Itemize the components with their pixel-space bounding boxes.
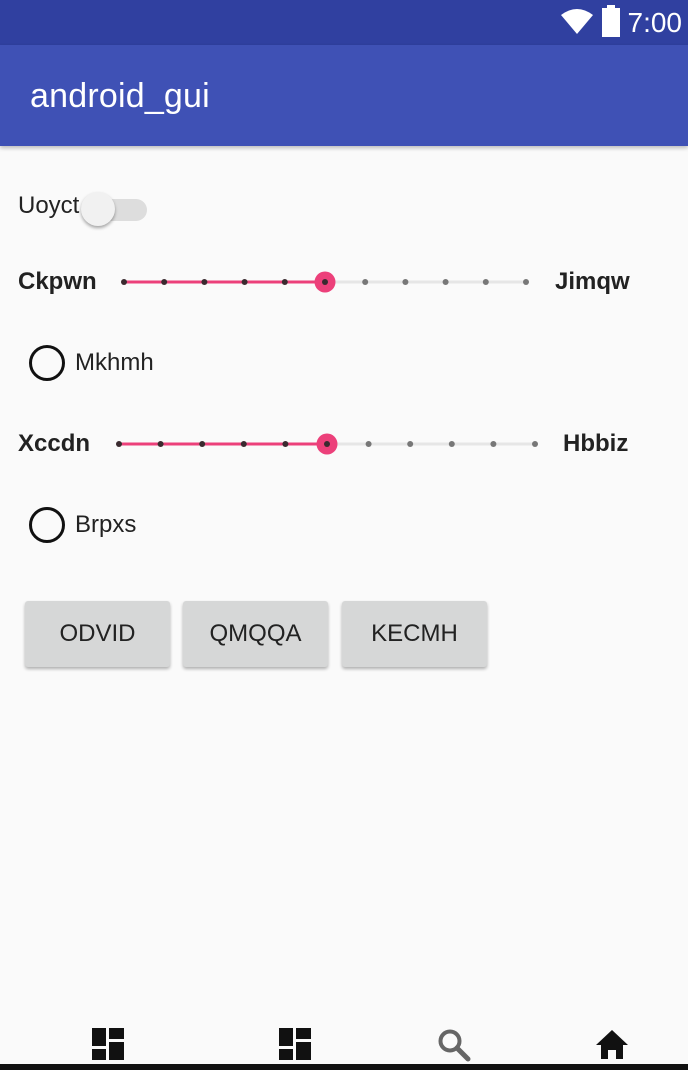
slider2-tick xyxy=(116,441,122,447)
kecmh-button[interactable]: KECMH xyxy=(342,601,487,667)
search-icon[interactable] xyxy=(437,1028,471,1067)
slider1-tick xyxy=(121,279,127,285)
slider2-seekbar[interactable] xyxy=(116,433,538,455)
slider1-thumb-dot xyxy=(322,279,328,285)
slider1-tick xyxy=(161,279,168,285)
slider1-left-label: Ckpwn xyxy=(18,268,97,295)
bottom-nav xyxy=(0,1020,688,1070)
uoyct-switch[interactable] xyxy=(81,186,148,226)
slider2-left-label: Xccdn xyxy=(18,430,91,457)
battery-icon xyxy=(601,4,620,42)
slider1-tick xyxy=(402,279,409,285)
radio1-button[interactable] xyxy=(29,345,65,381)
status-icons: 7:00 xyxy=(560,4,683,42)
radio1-row[interactable]: Mkhmh xyxy=(29,345,154,381)
status-bar: 7:00 xyxy=(0,0,688,45)
slider2-svg xyxy=(116,433,538,455)
slider1-tick xyxy=(201,279,208,285)
slider2-tick xyxy=(448,441,455,447)
slider2-tick xyxy=(490,441,497,447)
dashboard-icon[interactable] xyxy=(279,1028,311,1065)
app-title: android_gui xyxy=(30,77,210,115)
radio2-label: Brpxs xyxy=(75,511,137,538)
slider1-svg xyxy=(121,271,529,293)
slider2-tick xyxy=(365,441,372,447)
radio2-row[interactable]: Brpxs xyxy=(29,507,136,543)
slider1-tick xyxy=(241,279,248,285)
slider1-right-label: Jimqw xyxy=(555,268,630,295)
slider1-tick xyxy=(482,279,489,285)
radio2-button[interactable] xyxy=(29,507,65,543)
slider1-tick xyxy=(362,279,369,285)
dashboard-icon[interactable] xyxy=(92,1028,124,1065)
home-icon[interactable] xyxy=(594,1028,630,1065)
slider2-tick xyxy=(532,441,538,447)
slider1-seekbar[interactable] xyxy=(121,271,529,293)
app-bar: android_gui xyxy=(0,45,688,146)
slider2-thumb-dot xyxy=(324,441,330,447)
slider2-tick xyxy=(407,441,414,447)
radio1-label: Mkhmh xyxy=(75,349,154,376)
slider2-right-label: Hbbiz xyxy=(563,430,629,457)
odvid-button[interactable]: ODVID xyxy=(25,601,170,667)
wifi-icon xyxy=(560,7,594,40)
bottom-divider xyxy=(0,1064,688,1070)
slider2-tick xyxy=(240,441,247,447)
slider1-tick xyxy=(281,279,288,285)
switch-label: Uoyct xyxy=(18,192,80,219)
slider1-tick xyxy=(523,279,529,285)
slider2-tick xyxy=(157,441,164,447)
slider1-tick xyxy=(442,279,449,285)
qmqqa-button[interactable]: QMQQA xyxy=(183,601,328,667)
switch-row: Uoyct xyxy=(18,186,148,226)
slider2-tick xyxy=(199,441,206,447)
slider2-tick xyxy=(282,441,289,447)
status-time: 7:00 xyxy=(627,7,683,38)
